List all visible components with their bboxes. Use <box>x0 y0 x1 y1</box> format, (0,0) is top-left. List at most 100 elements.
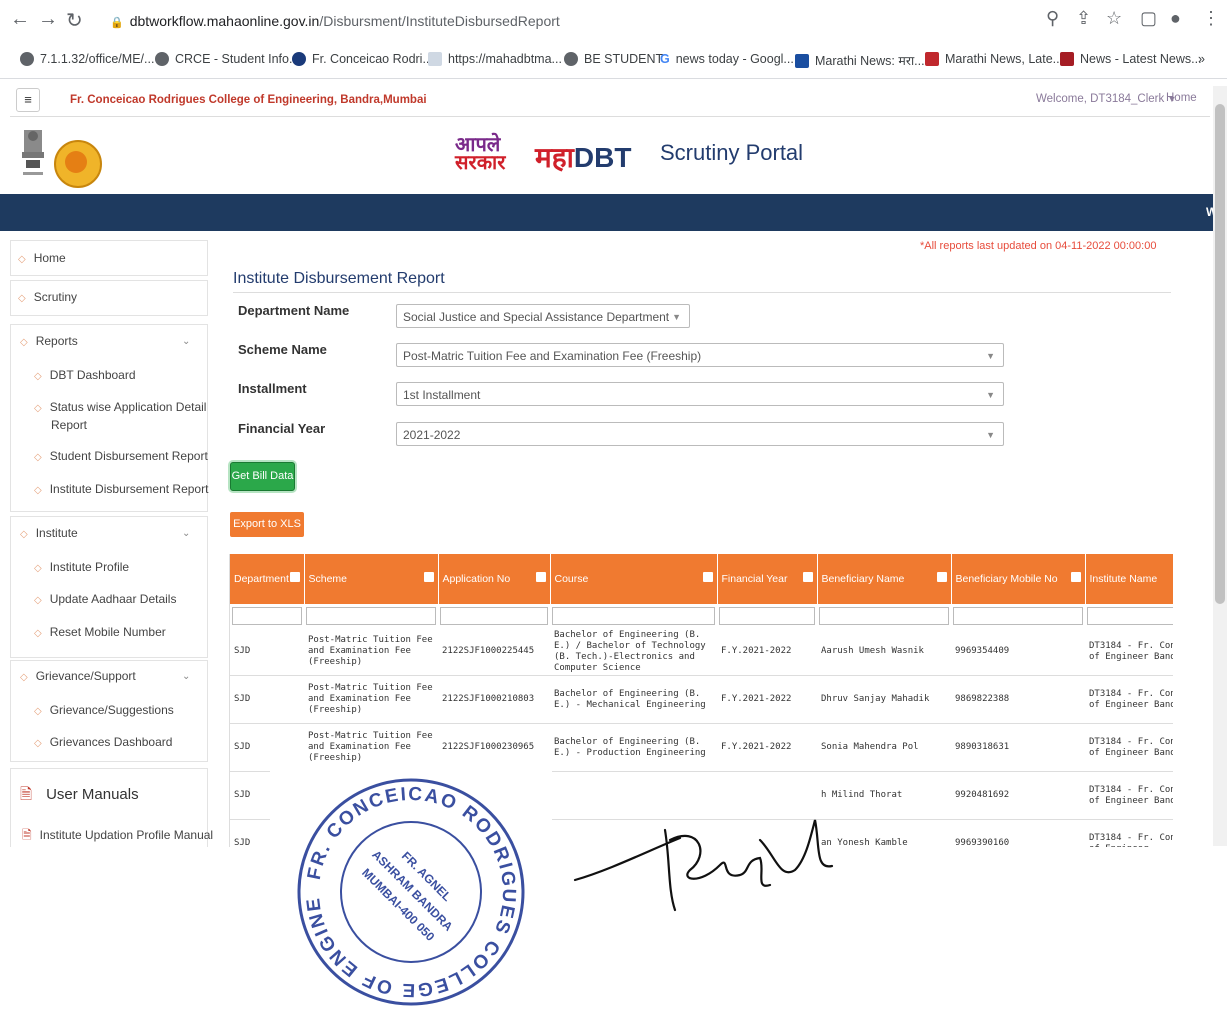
column-filter-input[interactable] <box>552 607 715 625</box>
filter-icon[interactable] <box>936 572 947 582</box>
col-header[interactable]: Financial Year <box>717 554 818 604</box>
sidebar-item-grievance-dashboard[interactable]: ◇ Grievances Dashboard <box>34 735 172 749</box>
mahadbt-logo: महाDBT <box>535 142 632 173</box>
last-updated-note: *All reports last updated on 04-11-2022 … <box>920 240 1157 252</box>
arrow-icon: ◇ <box>34 371 42 382</box>
arrow-icon: ◇ <box>20 529 28 540</box>
scrollbar-thumb[interactable] <box>1215 104 1225 604</box>
nav-bar <box>0 194 1215 231</box>
bookmark-item[interactable]: News - Latest News... <box>1060 52 1202 66</box>
sidebar-item-student-disbursement[interactable]: ◇ Student Disbursement Report <box>34 449 208 463</box>
star-icon[interactable]: ☆ <box>1106 8 1122 29</box>
sidebar-item-institute-disbursement[interactable]: ◇ Institute Disbursement Report <box>34 482 208 496</box>
col-header[interactable]: Department <box>230 554 305 604</box>
bookmark-item[interactable]: Marathi News: मरा... <box>795 52 925 69</box>
sidebar-item-status-report[interactable]: ◇ Status wise Application Detail <box>34 400 206 414</box>
bookmark-item[interactable]: Marathi News, Late... <box>925 52 1063 66</box>
reload-icon[interactable]: ↻ <box>66 8 83 33</box>
national-emblem-icon <box>22 130 44 175</box>
get-bill-data-button[interactable]: Get Bill Data <box>230 462 295 491</box>
welcome-user[interactable]: Welcome, DT3184_Clerk ▼ <box>1036 93 1176 105</box>
sidebar-item-institute[interactable]: ◇ Institute <box>20 526 78 540</box>
sidebar-item-status-report-line2[interactable]: Report <box>51 418 87 432</box>
column-filter-input[interactable] <box>440 607 548 625</box>
caret-down-icon: ▼ <box>986 430 995 440</box>
filter-icon[interactable] <box>702 572 713 582</box>
column-filter-input[interactable] <box>306 607 436 625</box>
bookmark-favicon-icon <box>1060 52 1074 66</box>
column-filter-input[interactable] <box>1087 607 1173 625</box>
sidebar-item-reports[interactable]: ◇ Reports <box>20 334 78 348</box>
financial-year-select[interactable]: 2021-2022 ▼ <box>396 422 1004 446</box>
bookmark-item[interactable]: Fr. Conceicao Rodri... <box>292 52 433 66</box>
bookmark-item[interactable]: https://mahadbtma... <box>428 52 562 66</box>
sidebar-item-update-aadhaar[interactable]: ◇ Update Aadhaar Details <box>34 592 176 606</box>
bookmark-favicon-icon <box>795 54 809 68</box>
bookmark-item[interactable]: CRCE - Student Info... <box>155 52 299 66</box>
scheme-select[interactable]: Post-Matric Tuition Fee and Examination … <box>396 343 1004 367</box>
installment-select[interactable]: 1st Installment ▼ <box>396 382 1004 406</box>
chevron-down-icon: ⌄ <box>182 671 191 682</box>
arrow-icon: ◇ <box>34 706 42 717</box>
caret-down-icon: ▼ <box>672 312 681 322</box>
financial-year-label: Financial Year <box>238 421 326 436</box>
college-stamp: FR. CONCEICAO RODRIGUES COLLEGE OF ENGIN… <box>270 770 552 1013</box>
scheme-label: Scheme Name <box>238 342 327 357</box>
col-header[interactable]: Application No <box>438 554 551 604</box>
page-title: Institute Disbursement Report <box>233 270 445 287</box>
sidebar-item-grievance[interactable]: ◇ Grievance/Support <box>20 669 136 683</box>
bookmark-item[interactable]: BE STUDENT <box>564 52 663 66</box>
department-select[interactable]: Social Justice and Special Assistance De… <box>396 304 690 328</box>
arrow-icon: ◇ <box>34 485 42 496</box>
bookmark-item[interactable]: Gnews today - Googl... <box>660 52 794 66</box>
export-xls-button[interactable]: Export to XLS <box>230 512 304 537</box>
sidebar-item-grievance-suggestions[interactable]: ◇ Grievance/Suggestions <box>34 703 174 717</box>
hamburger-icon[interactable]: ≡ <box>16 88 40 112</box>
column-filter-input[interactable] <box>719 607 815 625</box>
sidebar-item-institute-profile[interactable]: ◇ Institute Profile <box>34 560 129 574</box>
manual-link[interactable]: 🗎 Institute Updation Profile Manual <box>22 826 213 847</box>
share-icon[interactable]: ⇪ <box>1076 8 1091 29</box>
chevron-down-icon: ⌄ <box>182 528 191 539</box>
arrow-icon: ◇ <box>34 595 42 606</box>
divider <box>233 292 1171 293</box>
col-header[interactable]: Institute Name <box>1085 554 1173 604</box>
col-header[interactable]: Beneficiary Mobile No <box>951 554 1086 604</box>
arrow-icon: ◇ <box>34 452 42 463</box>
bookmark-item[interactable]: 7.1.1.32/office/ME/... <box>20 52 154 66</box>
bookmarks-more[interactable]: » <box>1198 52 1205 66</box>
arrow-icon: ◇ <box>34 563 42 574</box>
column-filter-input[interactable] <box>232 607 302 625</box>
col-header[interactable]: Course <box>550 554 718 604</box>
sidebar-item-reset-mobile[interactable]: ◇ Reset Mobile Number <box>34 625 166 639</box>
arrow-icon: ◇ <box>20 672 28 683</box>
arrow-icon: ◇ <box>18 293 26 304</box>
department-label: Department Name <box>238 303 350 318</box>
col-header[interactable]: Beneficiary Name <box>817 554 952 604</box>
address-bar[interactable]: 🔒 dbtworkflow.mahaonline.gov.in/Disbursme… <box>110 6 1010 36</box>
column-filter-input[interactable] <box>953 607 1083 625</box>
arrow-icon: ◇ <box>18 254 26 265</box>
col-header[interactable]: Scheme <box>304 554 439 604</box>
chevron-down-icon: ⌄ <box>182 336 191 347</box>
lock-icon: 🔒 <box>110 17 124 29</box>
tab-icon[interactable]: ▢ <box>1140 8 1157 29</box>
profile-icon[interactable]: ● <box>1170 8 1181 29</box>
home-link[interactable]: Home <box>1166 92 1197 104</box>
column-filter-input[interactable] <box>819 607 949 625</box>
sidebar-item-dbt-dashboard[interactable]: ◇ DBT Dashboard <box>34 368 136 382</box>
filter-icon[interactable] <box>1070 572 1081 582</box>
forward-icon[interactable]: → <box>38 8 58 31</box>
user-manuals-heading: 🗎 User Manuals <box>20 786 139 803</box>
filter-icon[interactable] <box>802 572 813 582</box>
bookmark-favicon-icon <box>428 52 442 66</box>
bookmark-favicon-icon <box>925 52 939 66</box>
menu-icon[interactable]: ⋮ <box>1202 8 1220 29</box>
filter-icon[interactable] <box>535 572 546 582</box>
arrow-icon: ◇ <box>34 403 42 414</box>
back-icon[interactable]: ← <box>10 8 30 31</box>
zoom-icon[interactable]: ⚲ <box>1046 8 1059 29</box>
filter-icon[interactable] <box>289 572 300 582</box>
filter-icon[interactable] <box>423 572 434 582</box>
signature <box>573 819 834 912</box>
